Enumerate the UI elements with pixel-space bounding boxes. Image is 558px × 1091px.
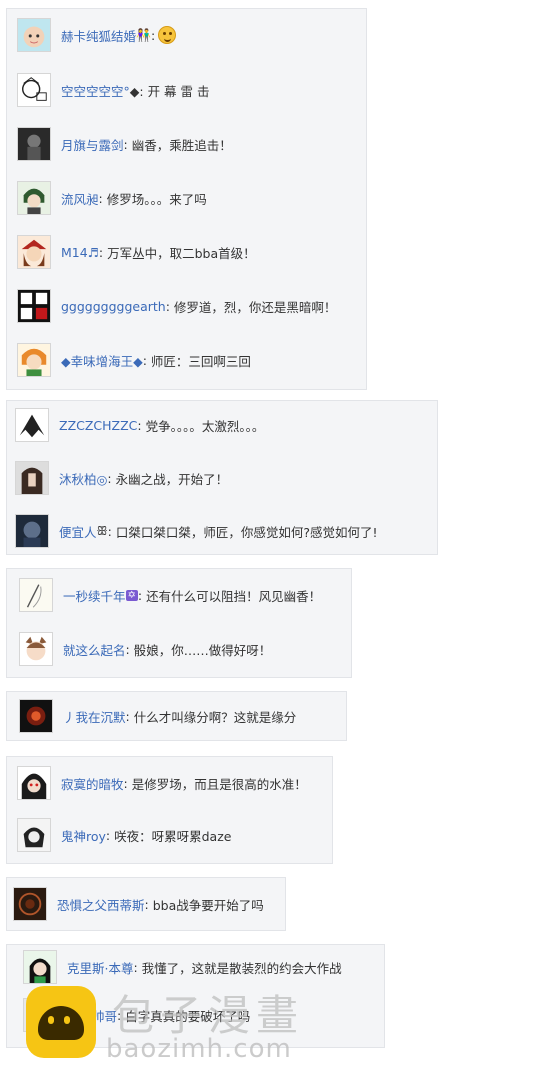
comment-row: 便宜人 ꕥ : 口桀口桀口桀，师匠，你感觉如何?感觉如何了! — [15, 511, 378, 551]
username[interactable]: gggggggggearth — [61, 299, 166, 314]
comment-row: 克里斯·本尊 : 我懂了，这就是散装烈的约会大作战 — [23, 947, 342, 987]
username[interactable]: 克里斯·本尊 — [67, 958, 133, 977]
comment-group: 恐惧之父西蒂斯 : bba战争要开始了吗 — [6, 877, 286, 931]
separator: : — [125, 641, 134, 657]
comment-row: 寂寞的暗牧 : 是修罗场，而且是很高的水准！ — [17, 763, 307, 803]
username[interactable]: 寂寞的暗牧 — [61, 774, 124, 793]
comment-group: 寂寞的暗牧 : 是修罗场，而且是很高的水准！ 鬼神roy : 咲夜：呀累呀累da… — [6, 756, 333, 864]
avatar[interactable] — [17, 181, 51, 215]
comment-text: 师匠：三回啊三回 — [150, 353, 251, 369]
avatar[interactable] — [17, 127, 51, 161]
avatar[interactable] — [15, 408, 49, 442]
username[interactable]: M14♬ — [61, 245, 99, 260]
comment-row: 丿我在沉默 : 什么才叫缘分啊？这就是缘分 — [19, 696, 296, 736]
username[interactable]: ◆幸味增海王◆ — [61, 351, 143, 370]
comment-text: 党争。。。。太激烈。。。 — [145, 418, 265, 434]
star-badge-icon: ✡ — [125, 589, 138, 601]
watermark: 包子漫畫 baozimh.com — [26, 982, 326, 1064]
face-emoticon-icon — [158, 26, 177, 44]
comment-row: 空空空空空° ◆: 开 幕 雷 击 — [17, 70, 209, 110]
username[interactable]: 鬼神roy — [61, 826, 106, 845]
separator: : — [137, 587, 147, 603]
username[interactable]: 沐秋柏◎ — [59, 469, 107, 488]
comment-text: 骰娘，你……做得好呀！ — [133, 642, 272, 658]
comment-row: ◆幸味增海王◆ : 师匠：三回啊三回 — [17, 340, 251, 380]
comment-group: 赫卡纯狐结婚 👫 : 空空空空空° ◆: 开 幕 雷 击 月旗与露剑 : 幽香，… — [6, 8, 367, 390]
user-badge-icon: ꕥ — [96, 523, 108, 538]
comment-text: 永幽之战，开始了！ — [115, 471, 229, 487]
avatar[interactable] — [17, 73, 51, 107]
comment-row: 沐秋柏◎ : 永幽之战，开始了！ — [15, 458, 228, 498]
username[interactable]: 流风昶 — [61, 189, 99, 208]
comment-text: 还有什么可以阻挡！风见幽香！ — [146, 588, 322, 604]
couple-badge-icon: 👫 — [136, 28, 151, 42]
comment-row: 恐惧之父西蒂斯 : bba战争要开始了吗 — [13, 884, 264, 924]
username[interactable]: 恐惧之父西蒂斯 — [57, 895, 145, 914]
comment-text: bba战争要开始了吗 — [152, 897, 264, 913]
separator: : — [107, 470, 116, 486]
comment-text: 万军丛中，取二bba首级！ — [107, 245, 256, 261]
comment-text: 是修罗场，而且是很高的水准！ — [131, 776, 307, 792]
comment-text: 修罗场。。。来了吗 — [106, 191, 207, 207]
comment-group: 一秒续千年 ✡ : 还有什么可以阻挡！风见幽香！ 就这么起名 : 骰娘，你……做… — [6, 568, 352, 678]
username[interactable]: 空空空空空° — [61, 81, 130, 100]
avatar[interactable] — [15, 461, 49, 495]
username[interactable]: 就这么起名 — [63, 640, 126, 659]
comment-group: 丿我在沉默 : 什么才叫缘分啊？这就是缘分 — [6, 691, 347, 741]
username[interactable]: 一秒续千年 — [63, 586, 126, 605]
separator: : — [123, 136, 132, 152]
comment-row: M14♬ : 万军丛中，取二bba首级！ — [17, 232, 256, 272]
separator: : — [123, 775, 132, 791]
separator: : — [98, 244, 108, 260]
username[interactable]: ZZCZCHZZC — [59, 418, 137, 433]
comment-row: 鬼神roy : 咲夜：呀累呀累daze — [17, 815, 231, 855]
watermark-url: baozimh.com — [106, 1034, 292, 1064]
comment-row: 流风昶 : 修罗场。。。来了吗 — [17, 178, 207, 218]
separator: : — [144, 896, 153, 912]
comment-row: 就这么起名 : 骰娘，你……做得好呀！ — [19, 629, 271, 669]
separator: : — [150, 27, 156, 43]
comment-group: ZZCZCHZZC : 党争。。。。太激烈。。。 沐秋柏◎ : 永幽之战，开始了… — [6, 400, 438, 555]
avatar[interactable] — [13, 887, 47, 921]
baozi-logo-icon — [26, 986, 96, 1058]
separator: : — [105, 827, 115, 843]
username[interactable]: 赫卡纯狐结婚 — [61, 26, 136, 45]
username[interactable]: 月旗与露剑 — [61, 135, 124, 154]
separator: : — [137, 417, 146, 433]
comment-text: 口桀口桀口桀，师匠，你感觉如何?感觉如何了! — [115, 524, 378, 540]
avatar[interactable] — [17, 235, 51, 269]
separator: : — [142, 352, 151, 368]
comment-text: 咲夜：呀累呀累daze — [114, 828, 232, 844]
separator: : — [133, 959, 142, 975]
comment-text: 修罗道，烈，你还是黑暗啊！ — [173, 299, 337, 315]
comment-text: 幽香，乘胜追击！ — [131, 137, 232, 153]
separator: : — [98, 190, 107, 206]
comment-text: 什么才叫缘分啊？这就是缘分 — [133, 709, 297, 725]
avatar[interactable] — [17, 18, 51, 52]
avatar[interactable] — [23, 950, 57, 984]
comment-row: 月旗与露剑 : 幽香，乘胜追击！ — [17, 124, 232, 164]
comment-row: 一秒续千年 ✡ : 还有什么可以阻挡！风见幽香！ — [19, 575, 321, 615]
username[interactable]: 丿我在沉默 — [63, 707, 126, 726]
avatar[interactable] — [17, 289, 51, 323]
avatar[interactable] — [19, 632, 53, 666]
separator: : — [165, 298, 174, 314]
comment-row: gggggggggearth : 修罗道，烈，你还是黑暗啊！ — [17, 286, 336, 326]
avatar[interactable] — [17, 766, 51, 800]
separator: : — [107, 523, 116, 539]
avatar[interactable] — [19, 699, 53, 733]
username[interactable]: 便宜人 — [59, 522, 97, 541]
comment-row: ZZCZCHZZC : 党争。。。。太激烈。。。 — [15, 405, 264, 445]
comment-text: 我懂了，这就是散装烈的约会大作战 — [141, 960, 342, 976]
avatar[interactable] — [17, 343, 51, 377]
comment-row: 赫卡纯狐结婚 👫 : — [17, 15, 177, 55]
avatar[interactable] — [15, 514, 49, 548]
avatar[interactable] — [17, 818, 51, 852]
avatar[interactable] — [19, 578, 53, 612]
comment-text: ◆: 开 幕 雷 击 — [129, 83, 210, 99]
separator: : — [125, 708, 134, 724]
